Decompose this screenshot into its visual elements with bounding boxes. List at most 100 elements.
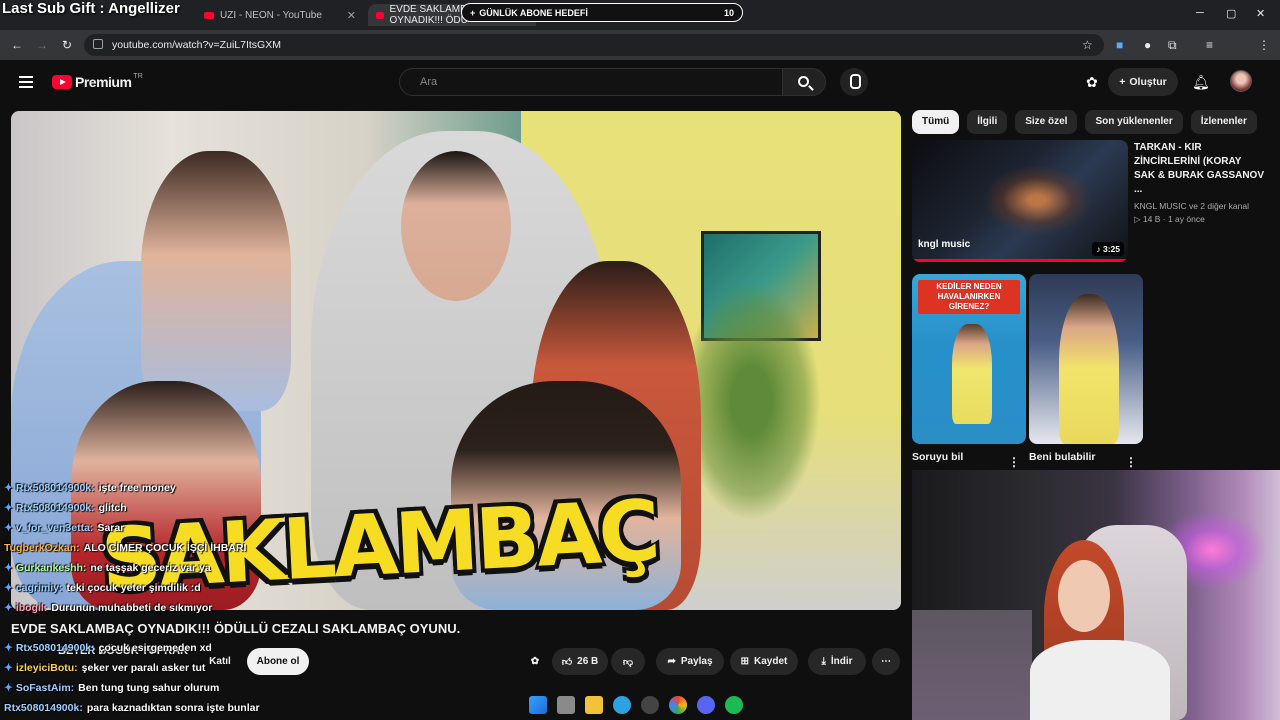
chat-username: v_for_ven3etta: [15, 522, 94, 534]
spotify-icon[interactable] [725, 696, 743, 714]
notifications-bell-icon[interactable]: 🔔︎ [1192, 74, 1210, 91]
reload-icon[interactable]: ↻ [62, 38, 72, 52]
video-person [141, 151, 291, 411]
chat-text: Ben tung tung sahur olurum [78, 682, 220, 694]
chrome-icon[interactable] [669, 696, 687, 714]
create-button[interactable]: + Oluştur [1108, 68, 1178, 96]
recommended-stats: ▷ 14 B · 1 ay önce [1134, 214, 1264, 225]
site-info-icon[interactable] [93, 39, 103, 49]
hype-icon[interactable]: ✿ [524, 648, 546, 675]
short-thumbnail[interactable] [1029, 274, 1143, 444]
sub-goal-bar: + GÜNLÜK ABONE HEDEFİ 10 [461, 3, 743, 22]
edge-icon[interactable] [613, 696, 631, 714]
chat-username: cagrimiy: [15, 582, 63, 594]
task-view-icon[interactable] [557, 696, 575, 714]
chat-username: Rtx508014900k: [15, 502, 95, 514]
chat-text: ALO CİMER ÇOCUK İŞÇİ İHBARI [83, 542, 247, 554]
url-field[interactable]: youtube.com/watch?v=ZuiL7ItsGXM [84, 34, 1104, 56]
plus-icon: + [470, 7, 476, 18]
chip-recently-uploaded[interactable]: Son yüklenenler [1085, 110, 1183, 134]
chat-message: ✦ Rtx508014900k: çocuk esirgemeden xd [4, 642, 212, 654]
logo-country: TR [133, 72, 143, 80]
subscribe-label: Abone ol [256, 656, 300, 667]
discord-icon[interactable] [697, 696, 715, 714]
close-icon[interactable]: ✕ [347, 9, 356, 22]
logo-text: Premium [75, 74, 132, 90]
chip-related[interactable]: İlgili [967, 110, 1008, 134]
forward-icon[interactable]: → [36, 38, 48, 52]
extension-icon[interactable]: ● [1144, 38, 1151, 52]
tab-uzi-neon[interactable]: UZI - NEON - YouTube ✕ [196, 4, 364, 26]
like-button[interactable]: 👍︎ 26 B [552, 648, 608, 675]
share-button[interactable]: ➦ Paylaş [656, 648, 724, 675]
short-person [952, 324, 992, 424]
chrome-menu-icon[interactable]: ⋮ [1258, 38, 1270, 52]
minimize-icon[interactable]: ─ [1196, 7, 1204, 19]
search-input[interactable]: Ara [399, 68, 783, 96]
video-player[interactable]: SAKLAMBAÇ [11, 111, 901, 610]
badge-icon: ✦ [4, 662, 13, 674]
plus-icon: + [1119, 76, 1126, 88]
badge-icon: ✦ [4, 482, 13, 494]
share-icon: ➦ [667, 656, 676, 667]
chat-message: ✦ Rtx508014900k: glitch [4, 502, 127, 514]
youtube-logo[interactable]: Premium TR [52, 72, 143, 90]
premium-gift-icon[interactable]: ✿ [1086, 74, 1098, 91]
short-title[interactable]: Soruyu bil [912, 451, 963, 463]
windows-taskbar [515, 690, 765, 720]
maximize-icon[interactable]: ▢ [1226, 7, 1236, 20]
webcam-streamer-face [1058, 560, 1110, 632]
chat-text: teki çocuk yeter şimdilik :d [66, 582, 201, 594]
chat-text: Durunun muhabbeti de sıkmıyor [51, 602, 213, 614]
address-bar-row: ← → ↻ youtube.com/watch?v=ZuiL7ItsGXM ☆ … [0, 30, 1280, 60]
music-note-icon: ♪ [1096, 244, 1103, 254]
sub-goal-count: 10 [723, 7, 734, 18]
filter-chips: Tümü İlgili Size özel Son yüklenenler İz… [912, 110, 1257, 134]
more-icon[interactable]: ⋮ [1008, 455, 1020, 469]
recommended-meta[interactable]: TARKAN - KIR ZİNCİRLERİNİ (KORAY SAK & B… [1134, 141, 1264, 225]
dislike-button[interactable]: 👎︎ [611, 648, 645, 675]
chip-all[interactable]: Tümü [912, 110, 960, 134]
reading-list-icon[interactable]: ≡ [1206, 38, 1213, 52]
short-banner-text: KEDİLER NEDEN HAVALANIRKEN GİRENEZ? [918, 280, 1020, 314]
chat-username: Rtx508014900k: [4, 702, 83, 714]
badge-icon: ✦ [4, 582, 13, 594]
more-actions-button[interactable]: ⋯ [872, 648, 900, 675]
extensions-puzzle-icon[interactable]: ⧉ [1168, 38, 1177, 53]
chip-watched[interactable]: İzlenenler [1190, 110, 1257, 134]
duration-badge: ♪ 3:25 [1092, 242, 1124, 256]
voice-search-button[interactable] [840, 68, 868, 96]
menu-icon[interactable] [19, 76, 33, 88]
short-thumbnail[interactable]: KEDİLER NEDEN HAVALANIRKEN GİRENEZ? [912, 274, 1026, 444]
badge-icon: ✦ [4, 562, 13, 574]
more-icon[interactable]: ⋮ [1125, 455, 1137, 469]
close-window-icon[interactable]: ✕ [1256, 7, 1265, 20]
chat-username: TugberkOzkan: [4, 542, 80, 554]
recommended-thumbnail[interactable]: kngl music ♪ 3:25 [912, 140, 1128, 262]
play-icon: ▷ [1134, 214, 1143, 224]
youtube-header: Premium TR Ara ✿ + Oluştur 🔔︎ [0, 60, 1280, 106]
chat-message: ✦ Gurkankeshh: ne taşşak geceriz var ya [4, 562, 211, 574]
badge-icon: ✦ [4, 502, 13, 514]
subscribe-button[interactable]: Abone ol [247, 648, 309, 675]
back-icon[interactable]: ← [11, 38, 23, 52]
file-explorer-icon[interactable] [585, 696, 603, 714]
recommended-stats-text: 14 B · 1 ay önce [1142, 214, 1205, 224]
chat-message: ✦ izleyiciBotu: şeker ver paralı asker tut [4, 662, 205, 674]
chat-username: Rtx508014900k: [15, 642, 95, 654]
save-button[interactable]: ⊞ Kaydet [730, 648, 798, 675]
search-button[interactable] [782, 68, 826, 96]
chip-for-you[interactable]: Size özel [1015, 110, 1078, 134]
chat-message: ✦ SoFastAim: Ben tung tung sahur olurum [4, 682, 219, 694]
extension-icon[interactable]: ■ [1116, 38, 1123, 52]
account-avatar[interactable] [1230, 70, 1252, 92]
download-button[interactable]: ⤓ İndir [808, 648, 866, 675]
chat-username: SoFastAim: [15, 682, 75, 694]
app-icon[interactable] [641, 696, 659, 714]
recommended-channel: KNGL MUSIC ve 2 diğer kanal [1134, 201, 1249, 211]
chat-message: ✦ cagrimiy: teki çocuk yeter şimdilik :d [4, 582, 201, 594]
duration-text: 3:25 [1102, 244, 1120, 254]
windows-start-icon[interactable] [529, 696, 547, 714]
short-title[interactable]: Beni bulabilir [1029, 451, 1096, 463]
bookmark-star-icon[interactable]: ☆ [1082, 38, 1093, 52]
